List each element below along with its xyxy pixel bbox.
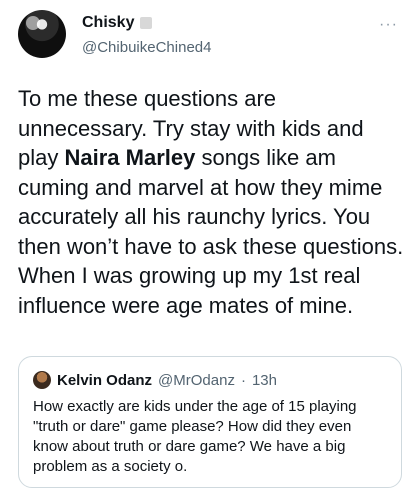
author-name-row: Chisky	[82, 14, 153, 32]
more-options-icon[interactable]: ···	[379, 16, 398, 34]
quoted-tweet[interactable]: Kelvin Odanz @MrOdanz · 13h How exactly …	[18, 356, 402, 488]
badge-icon	[140, 17, 153, 29]
quoted-author-avatar	[33, 371, 51, 389]
tweet-header: Chisky @ChibuikeChined4 ···	[18, 8, 408, 60]
avatar-highlight	[26, 16, 40, 30]
tweet-text: To me these questions are unnecessary. T…	[18, 84, 406, 320]
quoted-tweet-text: How exactly are kids under the age of 15…	[33, 398, 357, 475]
author-display-name[interactable]: Chisky	[82, 14, 134, 32]
tweet-text-bold: Naira Marley	[64, 145, 196, 170]
author-handle[interactable]: @ChibuikeChined4	[82, 39, 211, 56]
quoted-author-name: Kelvin Odanz	[57, 371, 153, 389]
tweet-text-part2: songs like am cuming and marvel at how t…	[18, 145, 404, 318]
quoted-tweet-header: Kelvin Odanz @MrOdanz · 13h	[33, 371, 277, 389]
author-avatar[interactable]	[18, 10, 66, 58]
quoted-timestamp: 13h	[251, 371, 277, 389]
quoted-author-handle: @MrOdanz	[158, 371, 235, 389]
quoted-separator: ·	[240, 371, 246, 389]
